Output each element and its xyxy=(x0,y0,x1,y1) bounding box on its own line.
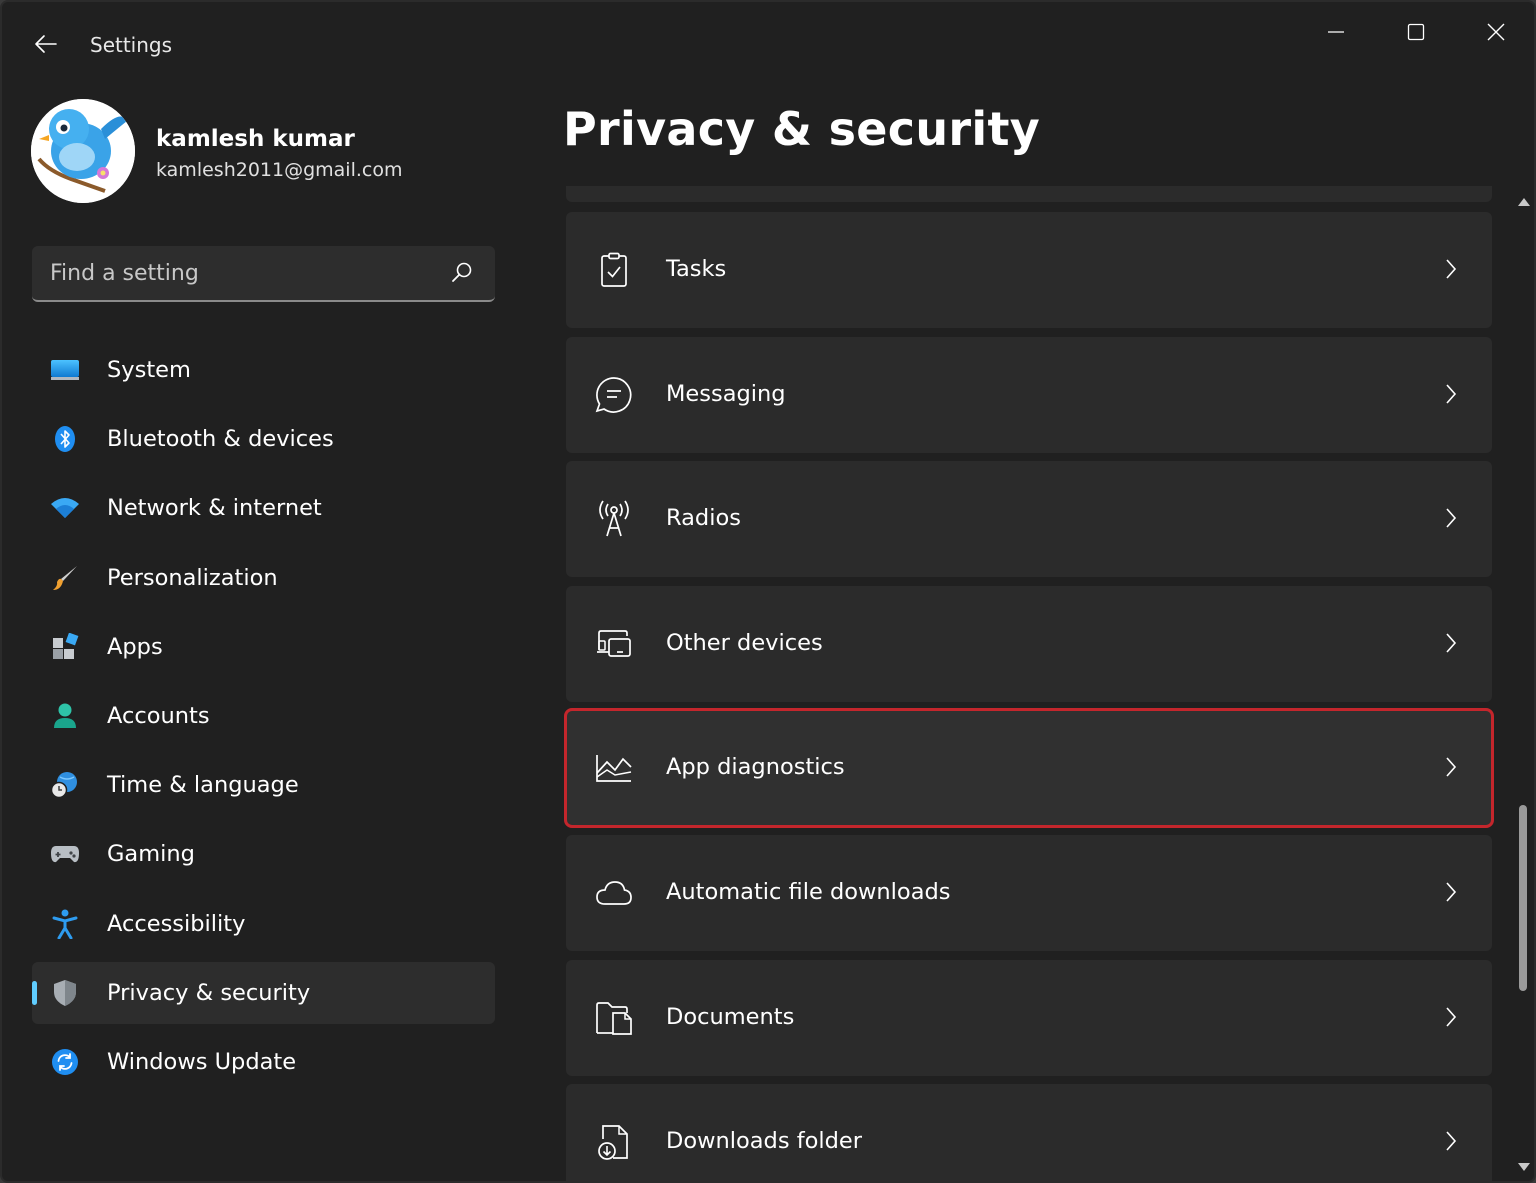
globe-clock-icon xyxy=(50,771,80,799)
setting-item-label: Tasks xyxy=(666,256,727,282)
brush-icon xyxy=(50,564,80,592)
page-title: Privacy & security xyxy=(563,102,1041,156)
setting-item-automatic-file-downloads[interactable]: Automatic file downloads xyxy=(566,834,1492,951)
scroll-up-arrow-icon[interactable] xyxy=(1516,194,1532,208)
setting-item-label: App diagnostics xyxy=(666,754,845,781)
scroll-down-arrow-icon[interactable] xyxy=(1516,1159,1532,1173)
setting-item-label: Radios xyxy=(666,505,741,532)
user-email: kamlesh2011@gmail.com xyxy=(156,159,403,181)
setting-item-label: Messaging xyxy=(666,380,786,407)
sidebar-item-bluetooth[interactable]: Bluetooth & devices xyxy=(32,408,495,470)
wifi-icon xyxy=(50,494,80,522)
chevron-right-icon xyxy=(1440,630,1462,656)
sidebar-item-windows-update[interactable]: Windows Update xyxy=(32,1031,495,1093)
sidebar-item-label: Personalization xyxy=(107,564,278,591)
shield-icon xyxy=(50,979,80,1007)
radio-tower-icon xyxy=(594,499,634,539)
chevron-right-icon xyxy=(1440,505,1462,531)
search-input[interactable] xyxy=(32,246,442,300)
chevron-right-icon xyxy=(1440,1128,1462,1154)
chat-icon xyxy=(594,375,634,415)
download-file-icon xyxy=(594,1122,634,1162)
sidebar-item-label: Privacy & security xyxy=(107,979,311,1006)
sidebar-item-system[interactable]: System xyxy=(32,339,495,401)
setting-item-downloads-folder[interactable]: Downloads folder xyxy=(566,1084,1492,1181)
devices-icon xyxy=(594,624,634,664)
sidebar-item-label: Windows Update xyxy=(107,1048,297,1075)
user-name: kamlesh kumar xyxy=(156,126,355,152)
settings-window: Settings kamlesh kumar kamlesh2011@gmail… xyxy=(0,0,1536,1183)
sidebar-item-network[interactable]: Network & internet xyxy=(32,477,495,539)
settings-list: Tasks Messaging Radios Other devices App… xyxy=(564,212,1494,1181)
title-bar: Settings xyxy=(2,2,1534,88)
sidebar-item-label: Accounts xyxy=(107,702,210,729)
setting-item-app-diagnostics[interactable]: App diagnostics xyxy=(564,708,1494,829)
sidebar-item-label: Accessibility xyxy=(107,910,246,937)
sidebar-item-time-language[interactable]: Time & language xyxy=(32,754,495,816)
scrollbar-thumb[interactable] xyxy=(1519,805,1527,991)
bluetooth-icon xyxy=(50,425,80,453)
maximize-button[interactable] xyxy=(1380,10,1452,54)
diagnostics-chart-icon xyxy=(594,748,634,788)
accessibility-icon xyxy=(50,909,80,939)
back-arrow-icon xyxy=(35,35,57,53)
close-button[interactable] xyxy=(1460,10,1532,54)
sidebar-item-label: Gaming xyxy=(107,841,195,868)
setting-item-radios[interactable]: Radios xyxy=(566,461,1492,578)
sidebar-item-privacy-security[interactable]: Privacy & security xyxy=(32,961,495,1024)
setting-item-other-devices[interactable]: Other devices xyxy=(566,585,1492,702)
close-icon xyxy=(1487,23,1505,41)
chevron-right-icon xyxy=(1440,256,1462,282)
setting-item-documents[interactable]: Documents xyxy=(566,959,1492,1076)
avatar[interactable] xyxy=(31,99,135,203)
setting-item-messaging[interactable]: Messaging xyxy=(566,336,1492,453)
sidebar-nav: System Bluetooth & devices Network & int… xyxy=(32,339,495,1100)
search-icon[interactable] xyxy=(449,260,475,286)
sidebar-item-label: Network & internet xyxy=(107,495,322,522)
system-icon xyxy=(50,356,80,384)
sidebar-item-label: Apps xyxy=(107,633,163,660)
gamepad-icon xyxy=(50,840,80,868)
setting-item-label: Downloads folder xyxy=(666,1128,863,1155)
sidebar-item-label: System xyxy=(107,357,191,383)
sidebar-item-accounts[interactable]: Accounts xyxy=(32,685,495,747)
chevron-right-icon xyxy=(1440,381,1462,407)
active-indicator xyxy=(32,980,37,1005)
chevron-right-icon xyxy=(1440,754,1462,780)
previous-item-sliver xyxy=(566,186,1492,202)
update-icon xyxy=(50,1048,80,1076)
maximize-icon xyxy=(1407,23,1425,41)
sidebar-item-label: Bluetooth & devices xyxy=(107,426,334,453)
app-title: Settings xyxy=(90,33,173,57)
setting-item-label: Documents xyxy=(666,1003,795,1030)
person-icon xyxy=(50,702,80,730)
sidebar-item-gaming[interactable]: Gaming xyxy=(32,823,495,885)
minimize-icon xyxy=(1328,31,1344,33)
chevron-right-icon xyxy=(1440,879,1462,905)
setting-item-tasks[interactable]: Tasks xyxy=(566,212,1492,328)
sidebar-item-accessibility[interactable]: Accessibility xyxy=(32,893,495,955)
sidebar-item-personalization[interactable]: Personalization xyxy=(32,547,495,609)
clipboard-check-icon xyxy=(594,250,634,290)
setting-item-label: Other devices xyxy=(666,629,823,656)
chevron-right-icon xyxy=(1440,1004,1462,1030)
setting-item-label: Automatic file downloads xyxy=(666,878,951,905)
sidebar-item-apps[interactable]: Apps xyxy=(32,616,495,678)
cloud-icon xyxy=(594,873,634,913)
minimize-button[interactable] xyxy=(1300,10,1372,54)
documents-icon xyxy=(594,998,634,1038)
sidebar-item-label: Time & language xyxy=(107,772,299,799)
back-button[interactable] xyxy=(24,24,68,64)
bird-avatar-icon xyxy=(31,99,135,203)
apps-icon xyxy=(50,632,80,661)
search-box xyxy=(32,246,495,302)
